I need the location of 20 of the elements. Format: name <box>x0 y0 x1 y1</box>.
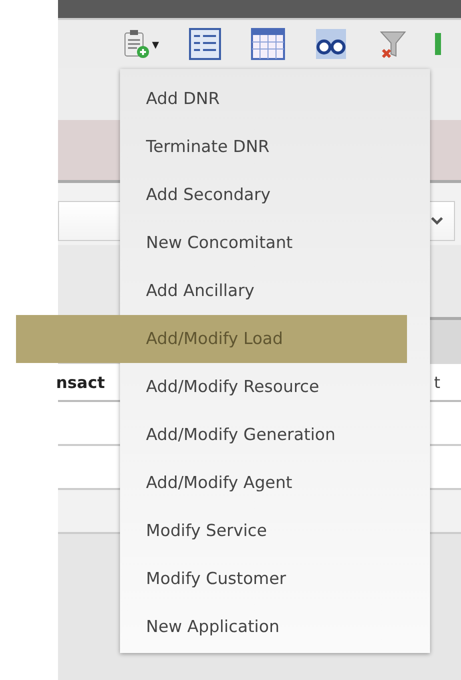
menu-item[interactable]: Terminate DNR <box>120 123 430 171</box>
menu-item[interactable]: Add/Modify Generation <box>120 411 430 459</box>
menu-item[interactable]: Add/Modify Agent <box>120 459 430 507</box>
caret-icon: ▾ <box>152 36 159 52</box>
glasses-icon[interactable] <box>315 28 347 60</box>
menu-item[interactable]: Modify Service <box>120 507 430 555</box>
list-view-icon[interactable] <box>189 28 221 60</box>
menu-item[interactable]: Modify Customer <box>120 555 430 603</box>
menu-item[interactable]: Add/Modify Resource <box>120 363 430 411</box>
menu-item[interactable]: Add DNR <box>120 75 430 123</box>
menu-item[interactable]: Add Secondary <box>120 171 430 219</box>
column-header: nsact <box>56 372 105 392</box>
menu-item[interactable]: New Application <box>120 603 430 651</box>
clipboard-add-icon <box>124 29 150 59</box>
chevron-down-icon <box>430 216 444 226</box>
menu-item[interactable]: New Concomitant <box>120 219 430 267</box>
add-document-button[interactable]: ▾ <box>124 29 159 59</box>
grid-icon[interactable] <box>251 28 285 60</box>
menu-item[interactable]: Add Ancillary <box>120 267 430 315</box>
column-header: t <box>434 372 440 392</box>
